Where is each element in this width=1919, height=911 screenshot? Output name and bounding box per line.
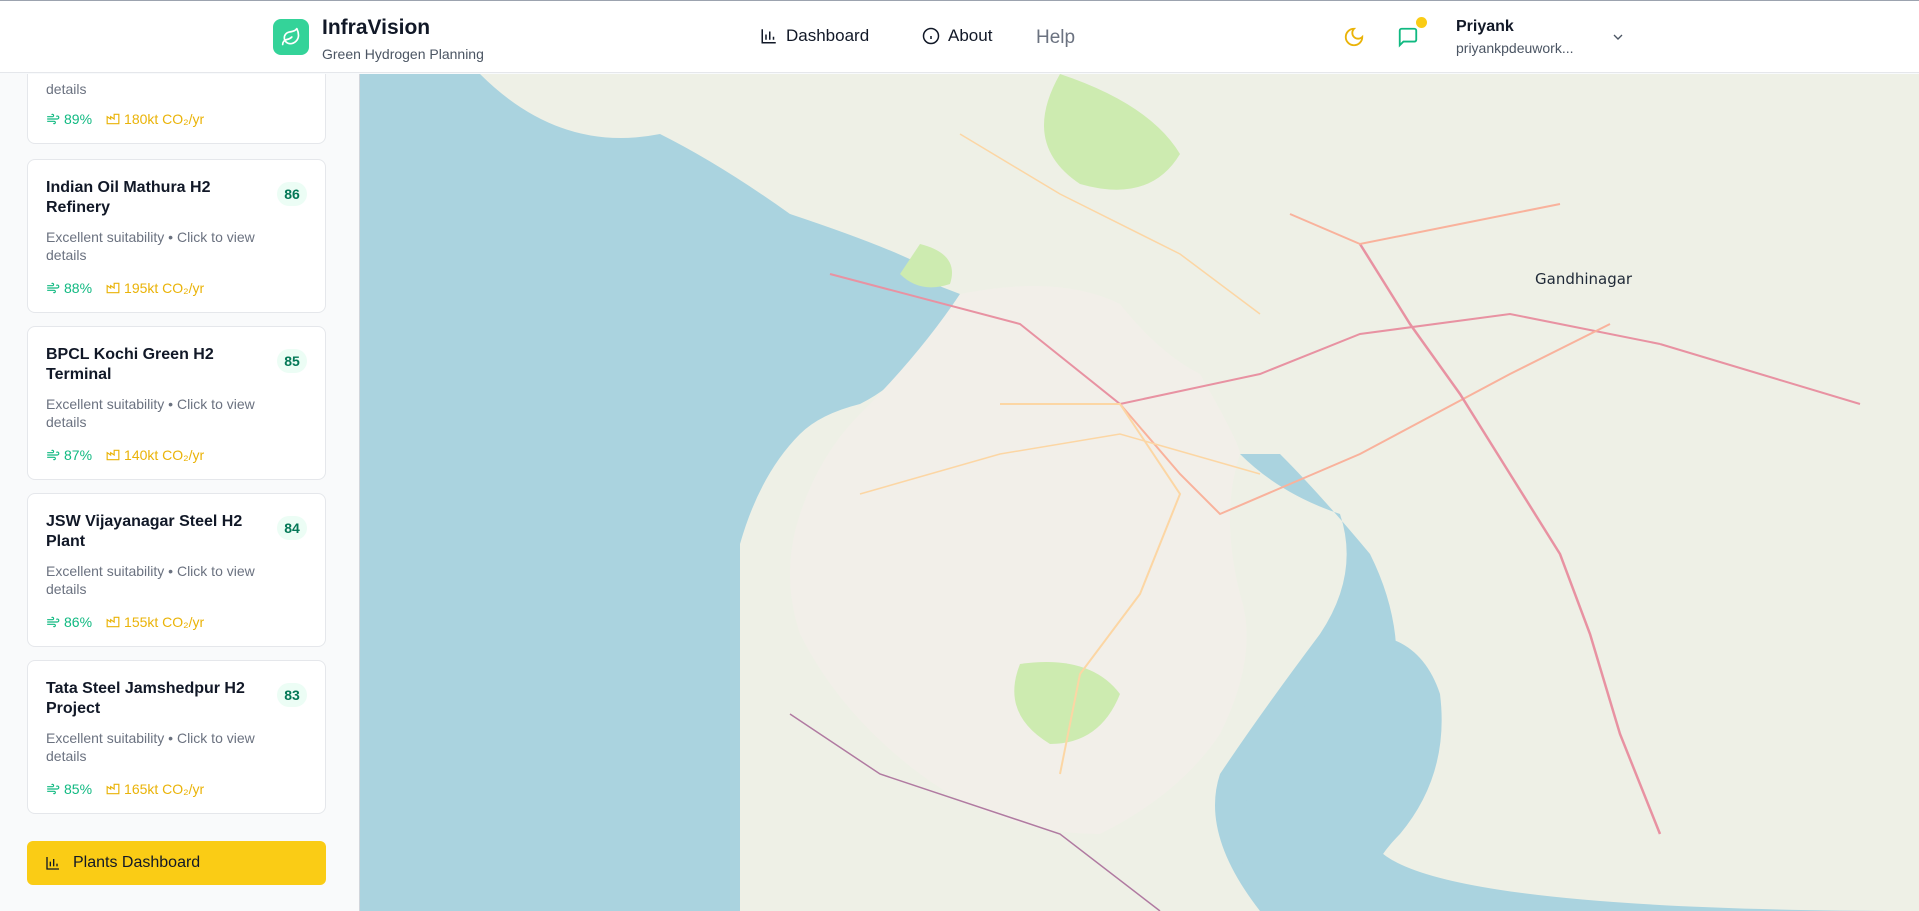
score-badge: 83: [277, 683, 307, 707]
plant-card[interactable]: BPCL Kochi Green H2 Terminal 85 Excellen…: [27, 326, 326, 480]
factory-icon: [106, 783, 120, 795]
user-email: priyankpdeuwork...: [1456, 40, 1574, 56]
card-title: Tata Steel Jamshedpur H2 Project: [46, 680, 245, 717]
nav-help-label: Help: [1036, 27, 1076, 48]
plant-card[interactable]: Tata Steel Jamshedpur H2 Project 83 Exce…: [27, 660, 326, 814]
efficiency-stat: 89%: [46, 111, 92, 127]
app-subtitle: Green Hydrogen Planning: [322, 46, 484, 62]
card-stats: 88% 195kt CO₂/yr: [46, 280, 204, 296]
factory-icon: [106, 449, 120, 461]
wind-icon: [47, 783, 60, 795]
card-desc: details: [46, 81, 87, 97]
plants-dashboard-label: Plants Dashboard: [73, 854, 201, 871]
map-city-label: Gandhinagar: [1535, 270, 1633, 288]
co2-stat: 195kt CO₂/yr: [106, 280, 204, 296]
score-badge: 85: [277, 349, 307, 373]
bar-chart-icon: [761, 29, 776, 44]
efficiency-stat: 87%: [46, 447, 92, 463]
map-basemap: [360, 74, 1919, 911]
plants-dashboard-button[interactable]: Plants Dashboard: [27, 841, 326, 885]
user-name[interactable]: Priyank: [1456, 18, 1514, 36]
sidebar: details 89% 180kt CO₂/yr Indian Oil Math…: [0, 74, 359, 911]
leaf-logo-icon[interactable]: [273, 19, 309, 55]
app-title: InfraVision: [322, 16, 431, 39]
co2-stat: 140kt CO₂/yr: [106, 447, 204, 463]
plant-card[interactable]: Indian Oil Mathura H2 Refinery 86 Excell…: [27, 159, 326, 313]
score-badge: 86: [277, 182, 307, 206]
factory-icon: [106, 113, 120, 125]
co2-stat: 180kt CO₂/yr: [106, 111, 204, 127]
plant-card-partial[interactable]: details 89% 180kt CO₂/yr: [27, 74, 326, 144]
card-desc: Excellent suitability • Click to view de…: [46, 229, 255, 263]
co2-stat: 155kt CO₂/yr: [106, 614, 204, 630]
card-title: JSW Vijayanagar Steel H2 Plant: [46, 513, 243, 550]
bar-chart-icon: [46, 857, 59, 870]
card-stats: 85% 165kt CO₂/yr: [46, 781, 204, 797]
plant-card[interactable]: JSW Vijayanagar Steel H2 Plant 84 Excell…: [27, 493, 326, 647]
card-title: BPCL Kochi Green H2 Terminal: [46, 346, 214, 383]
nav-about[interactable]: About: [922, 26, 992, 46]
score-badge: 84: [277, 516, 307, 540]
notification-badge: [1416, 17, 1427, 28]
card-stats: 89% 180kt CO₂/yr: [46, 111, 204, 127]
factory-icon: [106, 282, 120, 294]
info-icon: [922, 27, 940, 45]
chevron-down-icon[interactable]: [1610, 29, 1626, 45]
message-icon[interactable]: [1397, 26, 1419, 48]
card-stats: 87% 140kt CO₂/yr: [46, 447, 204, 463]
card-title: Indian Oil Mathura H2 Refinery: [46, 179, 211, 216]
app-header: InfraVision Green Hydrogen Planning Dash…: [0, 0, 1919, 73]
co2-stat: 165kt CO₂/yr: [106, 781, 204, 797]
efficiency-stat: 85%: [46, 781, 92, 797]
moon-icon[interactable]: [1343, 26, 1365, 48]
efficiency-stat: 86%: [46, 614, 92, 630]
nav-dashboard-label: Dashboard: [786, 26, 870, 45]
wind-icon: [47, 449, 60, 461]
nav-dashboard[interactable]: Dashboard: [760, 26, 869, 46]
wind-icon: [47, 282, 60, 294]
wind-icon: [47, 113, 60, 125]
card-stats: 86% 155kt CO₂/yr: [46, 614, 204, 630]
factory-icon: [106, 616, 120, 628]
card-desc: Excellent suitability • Click to view de…: [46, 396, 255, 430]
card-desc: Excellent suitability • Click to view de…: [46, 563, 255, 597]
nav-about-label: About: [948, 26, 993, 45]
map-canvas[interactable]: Gandhinagar: [359, 74, 1919, 911]
efficiency-stat: 88%: [46, 280, 92, 296]
card-desc: Excellent suitability • Click to view de…: [46, 730, 255, 764]
wind-icon: [47, 616, 60, 628]
nav-help[interactable]: Help: [1036, 27, 1075, 49]
